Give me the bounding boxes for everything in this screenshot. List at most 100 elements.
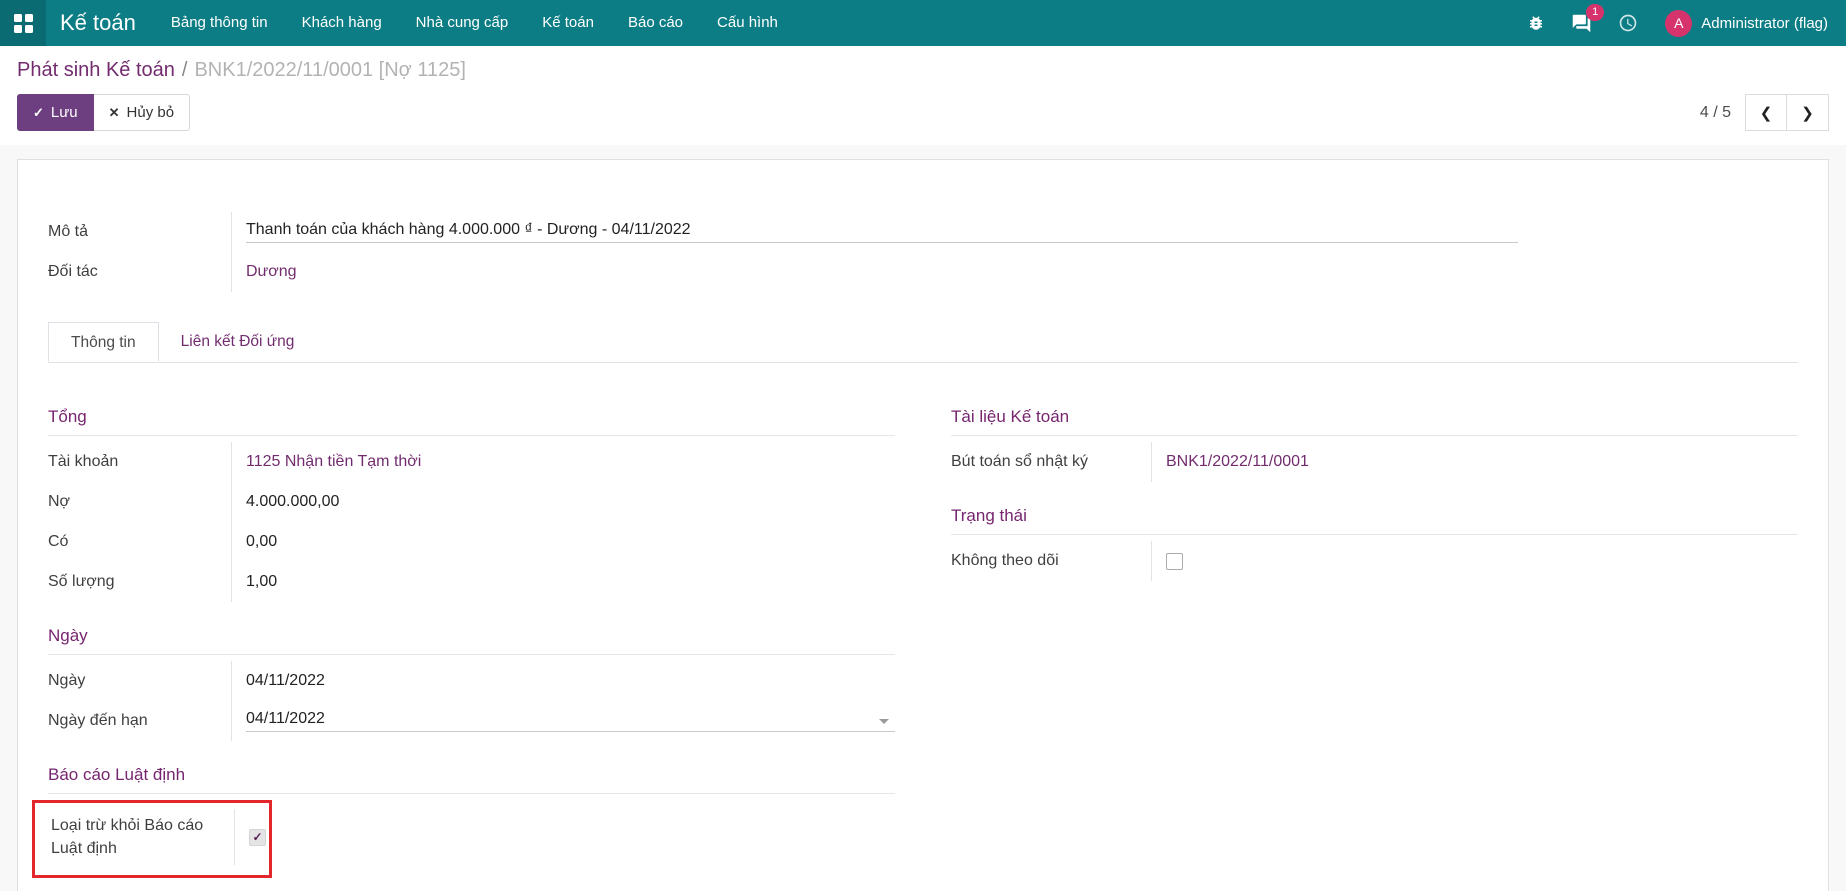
menu-item-dashboard[interactable]: Bảng thông tin <box>154 0 285 46</box>
journal-entry-label: Bút toán sổ nhật ký <box>951 453 1151 471</box>
due-date-label: Ngày đến hạn <box>48 712 231 730</box>
check-icon: ✓ <box>33 105 44 121</box>
field-row-quantity: Số lượng 1,00 <box>48 562 895 602</box>
no-follow-label: Không theo dõi <box>951 552 1151 570</box>
apps-menu-button[interactable] <box>0 0 46 46</box>
field-row-account: Tài khoản 1125 Nhận tiền Tạm thời <box>48 442 895 482</box>
top-field-group: Mô tả Thanh toán của khách hàng 4.000.00… <box>48 212 1518 292</box>
right-column: Tài liệu Kế toán Bút toán sổ nhật ký BNK… <box>951 407 1798 581</box>
notebook-tabs: Thông tin Liên kết Đối ứng <box>48 322 1798 363</box>
activities-clock-icon[interactable] <box>1605 13 1651 33</box>
top-navbar: Kế toán Bảng thông tin Khách hàng Nhà cu… <box>0 0 1846 46</box>
debit-value: 4.000.000,00 <box>231 482 895 522</box>
credit-label: Có <box>48 533 231 551</box>
account-link[interactable]: 1125 Nhận tiền Tạm thời <box>246 453 421 471</box>
field-row-credit: Có 0,00 <box>48 522 895 562</box>
section-accounting-document: Tài liệu Kế toán Bút toán sổ nhật ký BNK… <box>951 407 1798 482</box>
chevron-right-icon: ❯ <box>1801 104 1814 122</box>
section-status: Trạng thái Không theo dõi <box>951 506 1798 581</box>
description-input[interactable]: Thanh toán của khách hàng 4.000.000 ₫ - … <box>246 221 1518 243</box>
field-row-no-follow: Không theo dõi <box>951 541 1798 581</box>
debug-bug-icon[interactable] <box>1514 14 1558 32</box>
tab-information[interactable]: Thông tin <box>48 322 159 362</box>
field-row-date: Ngày 04/11/2022 <box>48 661 895 701</box>
section-regulatory-reports: Báo cáo Luật định Loại trừ khỏi Báo cáo … <box>48 765 895 878</box>
save-button-label: Lưu <box>51 104 78 121</box>
breadcrumb-parent-link[interactable]: Phát sinh Kế toán <box>17 59 175 81</box>
menu-item-reports[interactable]: Báo cáo <box>611 0 700 46</box>
user-avatar[interactable]: A <box>1665 10 1692 37</box>
due-date-value-cell: 04/11/2022 <box>231 701 895 741</box>
breadcrumb: Phát sinh Kế toán/BNK1/2022/11/0001 [Nợ … <box>17 59 1829 82</box>
messages-icon[interactable]: 1 <box>1558 13 1605 34</box>
tab-content: Tổng Tài khoản 1125 Nhận tiền Tạm thời N… <box>48 363 1798 878</box>
form-sheet: Mô tả Thanh toán của khách hàng 4.000.00… <box>17 159 1829 891</box>
breadcrumb-separator: / <box>175 59 195 81</box>
description-label: Mô tả <box>48 223 231 241</box>
navbar-right: 1 A Administrator (flag) <box>1514 10 1846 37</box>
section-dates: Ngày Ngày 04/11/2022 Ngày đến hạn 04/11/… <box>48 626 895 741</box>
exclude-report-checkbox[interactable]: ✓ <box>249 829 266 846</box>
apps-grid-icon <box>14 14 33 33</box>
pager-previous-button[interactable]: ❮ <box>1745 94 1787 131</box>
section-dates-title: Ngày <box>48 626 895 655</box>
debit-label: Nợ <box>48 493 231 511</box>
quantity-value: 1,00 <box>231 562 895 602</box>
menu-item-customers[interactable]: Khách hàng <box>285 0 399 46</box>
main-menu: Bảng thông tin Khách hàng Nhà cung cấp K… <box>154 0 795 46</box>
section-regulatory-title: Báo cáo Luật định <box>48 765 895 794</box>
journal-entry-value-cell: BNK1/2022/11/0001 <box>1151 442 1798 482</box>
journal-entry-link[interactable]: BNK1/2022/11/0001 <box>1166 453 1309 471</box>
left-column: Tổng Tài khoản 1125 Nhận tiền Tạm thời N… <box>48 407 895 878</box>
field-row-debit: Nợ 4.000.000,00 <box>48 482 895 522</box>
no-follow-checkbox[interactable] <box>1166 553 1183 570</box>
menu-item-configuration[interactable]: Cấu hình <box>700 0 795 46</box>
exclude-report-value-cell: ✓ <box>234 809 266 865</box>
no-follow-value-cell <box>1151 541 1798 581</box>
messages-count-badge: 1 <box>1586 4 1604 21</box>
section-totals-title: Tổng <box>48 407 895 436</box>
due-date-input-value: 04/11/2022 <box>246 710 325 727</box>
checkbox-check-icon: ✓ <box>252 830 262 844</box>
section-totals: Tổng Tài khoản 1125 Nhận tiền Tạm thời N… <box>48 407 895 602</box>
account-value-cell: 1125 Nhận tiền Tạm thời <box>231 442 895 482</box>
discard-button-label: Hủy bỏ <box>127 104 175 121</box>
field-row-description: Mô tả Thanh toán của khách hàng 4.000.00… <box>48 212 1518 252</box>
quantity-label: Số lượng <box>48 573 231 591</box>
chevron-left-icon: ❮ <box>1760 104 1773 122</box>
page: Kế toán Bảng thông tin Khách hàng Nhà cu… <box>0 0 1846 891</box>
app-title[interactable]: Kế toán <box>46 10 154 36</box>
partner-link[interactable]: Dương <box>246 263 297 281</box>
save-button[interactable]: ✓ Lưu <box>17 94 94 131</box>
content-area: Mô tả Thanh toán của khách hàng 4.000.00… <box>0 145 1846 891</box>
field-row-exclude-report: Loại trừ khỏi Báo cáo Luật định ✓ <box>51 809 261 865</box>
account-label: Tài khoản <box>48 453 231 471</box>
partner-value-cell: Dương <box>231 252 1518 292</box>
pager-value: 4 / 5 <box>1700 104 1731 122</box>
tab-counterpart-links[interactable]: Liên kết Đối ứng <box>159 322 317 362</box>
control-panel: Phát sinh Kế toán/BNK1/2022/11/0001 [Nợ … <box>0 46 1846 145</box>
credit-value: 0,00 <box>231 522 895 562</box>
due-date-input[interactable]: 04/11/2022 <box>246 710 895 732</box>
partner-label: Đối tác <box>48 263 231 281</box>
field-row-partner: Đối tác Dương <box>48 252 1518 292</box>
menu-item-vendors[interactable]: Nhà cung cấp <box>399 0 526 46</box>
pager: ❮ ❯ <box>1745 94 1829 131</box>
caret-down-icon[interactable] <box>879 719 889 724</box>
section-status-title: Trạng thái <box>951 506 1798 535</box>
toolbar: ✓ Lưu ✕ Hủy bỏ 4 / 5 ❮ ❯ <box>17 94 1829 131</box>
field-row-due-date: Ngày đến hạn 04/11/2022 <box>48 701 895 741</box>
user-menu[interactable]: Administrator (flag) <box>1701 15 1828 32</box>
field-row-journal-entry: Bút toán sổ nhật ký BNK1/2022/11/0001 <box>951 442 1798 482</box>
breadcrumb-current: BNK1/2022/11/0001 [Nợ 1125] <box>194 59 465 81</box>
pager-next-button[interactable]: ❯ <box>1787 94 1829 131</box>
discard-button[interactable]: ✕ Hủy bỏ <box>94 94 190 131</box>
menu-item-accounting[interactable]: Kế toán <box>525 0 611 46</box>
annotation-red-box: Loại trừ khỏi Báo cáo Luật định ✓ <box>32 800 272 878</box>
close-icon: ✕ <box>109 105 120 121</box>
section-accounting-document-title: Tài liệu Kế toán <box>951 407 1798 436</box>
description-value-cell: Thanh toán của khách hàng 4.000.000 ₫ - … <box>231 212 1518 252</box>
date-value: 04/11/2022 <box>231 661 895 701</box>
exclude-report-label: Loại trừ khỏi Báo cáo Luật định <box>51 814 234 860</box>
date-label: Ngày <box>48 672 231 690</box>
